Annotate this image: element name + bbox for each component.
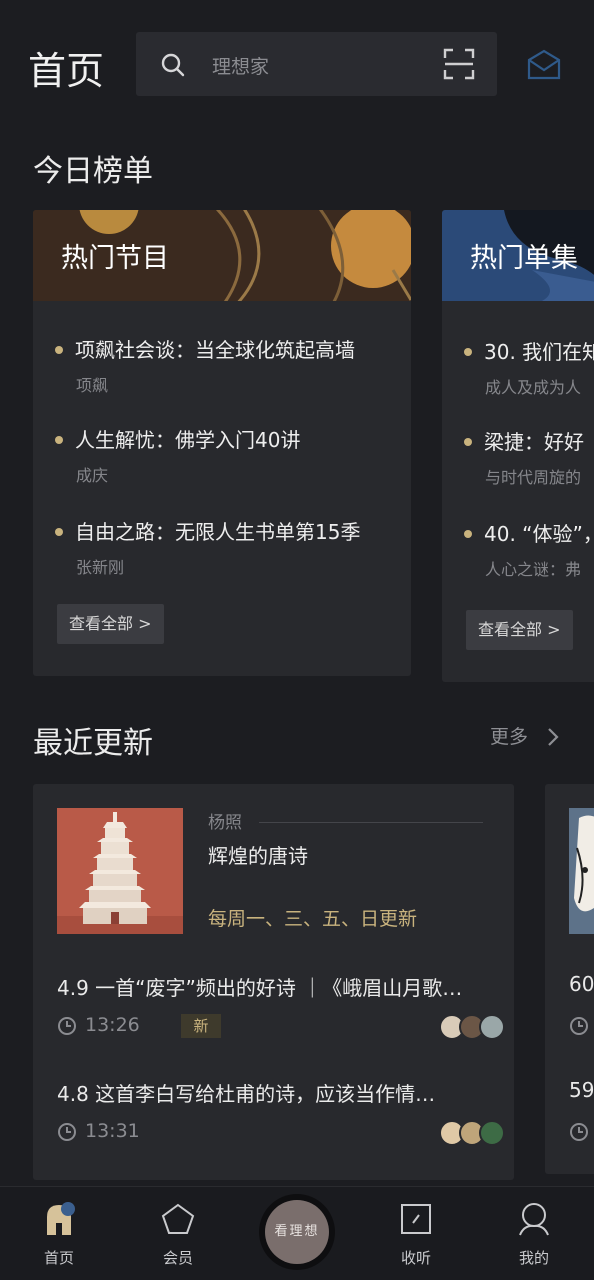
update-schedule: 每周一、三、五、日更新 — [208, 908, 418, 930]
hot-programs-header[interactable]: 热门节目 — [33, 210, 411, 301]
search-bar[interactable]: 理想家 — [136, 32, 497, 96]
pagoda-illustration — [57, 808, 183, 934]
avatar — [479, 1014, 505, 1040]
view-all-button[interactable]: 查看全部 > — [57, 604, 164, 644]
mail-icon[interactable] — [526, 46, 562, 82]
tab-label: 我的 — [518, 1249, 549, 1267]
rank-item-subtitle: 成人及成为人 — [485, 378, 582, 397]
scan-icon[interactable] — [443, 48, 475, 80]
center-play-button[interactable]: 看理想 — [259, 1194, 335, 1270]
rank-item-title: 项飙社会谈：当全球化筑起高墙 — [75, 338, 355, 362]
profile-icon — [519, 1203, 549, 1236]
episode-title[interactable]: 59 — [569, 1078, 594, 1102]
course-update-card-2[interactable]: 60 59 — [545, 784, 594, 1174]
tab-label: 首页 — [43, 1249, 74, 1267]
tab-listen[interactable]: 收听 — [376, 1187, 456, 1280]
rank-item-title: 40. “体验”， — [484, 522, 594, 546]
hot-episodes-card[interactable]: 热门单集 30. 我们在知 成人及成为人 梁捷：好好 与时代周旋的 40. “体… — [442, 210, 594, 682]
clock-icon — [58, 1123, 76, 1141]
rank-item-subtitle: 与时代周旋的 — [485, 468, 582, 487]
course-author: 杨照 — [208, 813, 242, 833]
rank-item-title: 人生解忧：佛学入门40讲 — [75, 428, 301, 452]
course-update-card[interactable]: 杨照 辉煌的唐诗 每周一、三、五、日更新 4.9 一首“废字”频出的好诗 ｜《峨… — [33, 784, 514, 1180]
hot-programs-card[interactable]: 热门节目 项飙社会谈：当全球化筑起高墙 项飙 人生解忧：佛学入门40讲 成庆 自… — [33, 210, 411, 676]
episode-title[interactable]: 4.9 一首“废字”频出的好诗 ｜《峨眉山月歌… — [57, 972, 462, 1001]
member-icon — [161, 1203, 195, 1234]
tab-label: 会员 — [162, 1249, 193, 1267]
episode-title[interactable]: 60 — [569, 972, 594, 996]
rank-item-author: 成庆 — [76, 466, 109, 485]
bullet-dot — [464, 530, 472, 538]
rank-item-subtitle: 人心之谜：弗 — [485, 560, 582, 579]
bullet-dot — [55, 528, 63, 536]
tab-home[interactable]: 首页 — [19, 1187, 99, 1280]
episode-duration: 13:26 — [85, 1014, 140, 1036]
clock-icon — [570, 1017, 588, 1035]
avatar — [479, 1120, 505, 1146]
course-cover-image[interactable] — [569, 808, 594, 934]
listen-icon — [401, 1204, 431, 1234]
center-button-label: 看理想 — [265, 1200, 329, 1264]
search-icon — [161, 53, 185, 77]
episode-duration: 13:31 — [85, 1120, 140, 1142]
episode-meta: 13:26 新 — [57, 1014, 505, 1040]
tab-label: 收听 — [400, 1249, 431, 1267]
hot-episodes-header[interactable]: 热门单集 — [442, 210, 594, 301]
recent-section-title: 最近更新 — [33, 726, 153, 761]
home-icon — [47, 1202, 75, 1235]
chevron-right-icon[interactable] — [545, 726, 561, 748]
course-cover-image[interactable] — [57, 808, 183, 934]
rank-item-title: 30. 我们在知 — [484, 340, 594, 364]
clock-icon — [58, 1017, 76, 1035]
bullet-dot — [55, 346, 63, 354]
header: 首页 理想家 — [0, 0, 594, 130]
page-title: 首页 — [28, 49, 105, 93]
bullet-dot — [55, 436, 63, 444]
clock-icon — [570, 1123, 588, 1141]
ranking-section-title: 今日榜单 — [33, 154, 153, 189]
rank-item-author: 张新刚 — [76, 558, 125, 577]
search-input[interactable]: 理想家 — [212, 52, 269, 79]
course-title[interactable]: 辉煌的唐诗 — [208, 840, 308, 869]
episode-title[interactable]: 4.8 这首李白写给杜甫的诗，应该当作情… — [57, 1078, 435, 1107]
divider — [259, 822, 483, 823]
tab-profile[interactable]: 我的 — [494, 1187, 574, 1280]
more-link[interactable]: 更多 — [490, 722, 528, 749]
rank-item-title: 自由之路：无限人生书单第15季 — [75, 520, 361, 544]
hot-programs-label: 热门节目 — [61, 243, 169, 274]
bullet-dot — [464, 438, 472, 446]
rank-item-author: 项飙 — [76, 376, 109, 395]
tab-member[interactable]: 会员 — [138, 1187, 218, 1280]
rank-item-title: 梁捷：好好 — [484, 430, 584, 454]
hot-episodes-label: 热门单集 — [470, 243, 578, 274]
bullet-dot — [464, 348, 472, 356]
view-all-button[interactable]: 查看全部 > — [466, 610, 573, 650]
new-badge: 新 — [181, 1014, 221, 1038]
episode-meta: 13:31 — [57, 1120, 505, 1146]
